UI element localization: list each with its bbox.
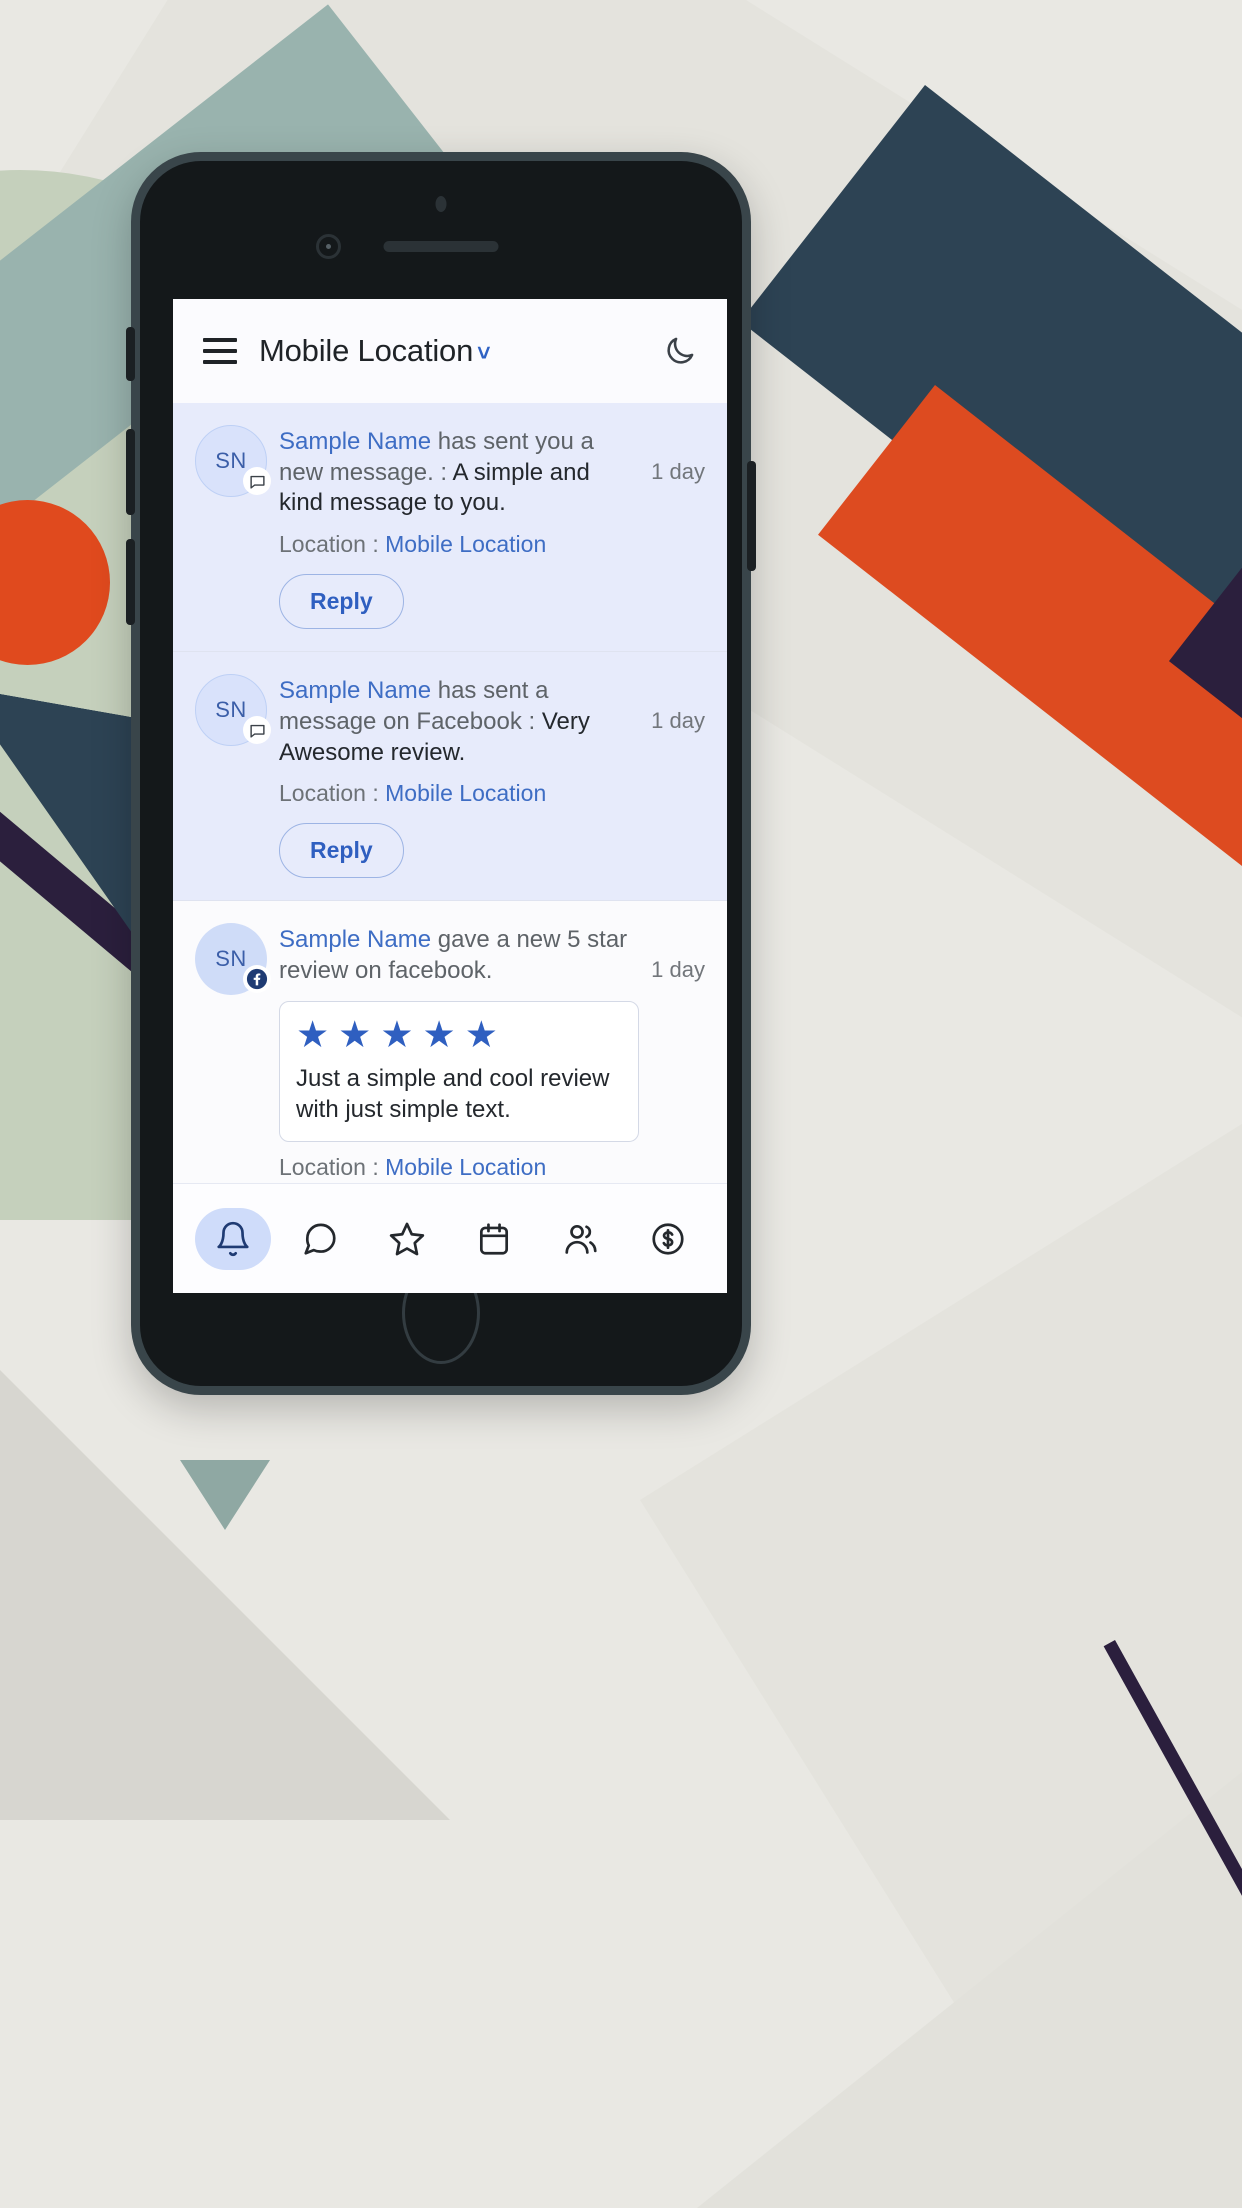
notification-text: Sample Name gave a new 5 star review on … — [279, 925, 639, 986]
notification-text: Sample Name has sent you a new message. … — [279, 427, 639, 519]
notification-content: Sample Name has sent a message on Facebo… — [279, 674, 639, 879]
nav-item-calendar[interactable] — [456, 1208, 532, 1270]
location-value[interactable]: Mobile Location — [385, 531, 546, 557]
calendar-icon — [479, 1222, 508, 1255]
notification-feed[interactable]: SN Sample Name has sent you a new messag… — [173, 403, 727, 1183]
dollar-circle-icon — [651, 1222, 684, 1255]
location-label: Location : — [279, 531, 386, 558]
reply-button[interactable]: Reply — [279, 574, 404, 630]
star-rating: ★ ★ ★ ★ ★ — [296, 1016, 622, 1053]
reply-button[interactable]: Reply — [279, 823, 404, 879]
notification-item[interactable]: SN Sample Name gave a new 5 star review … — [173, 901, 727, 1183]
location-line: Location : Mobile Location — [279, 531, 639, 558]
page-background: Mobile Location ˅ SN Sample Name has sen… — [0, 0, 1242, 2208]
location-label: Location : — [279, 1154, 386, 1181]
star-icon: ★ — [338, 1013, 372, 1055]
notification-item[interactable]: SN Sample Name has sent a message on Fac… — [173, 652, 727, 902]
star-icon — [389, 1222, 424, 1255]
sender-name[interactable]: Sample Name — [279, 926, 431, 953]
chevron-down-icon: ˅ — [477, 340, 491, 366]
sender-name[interactable]: Sample Name — [279, 428, 431, 455]
facebook-badge-icon — [243, 965, 271, 994]
proximity-sensor — [435, 196, 447, 212]
notification-content: Sample Name has sent you a new message. … — [279, 425, 639, 630]
volume-up-button — [126, 429, 135, 515]
nav-item-reviews[interactable] — [369, 1208, 445, 1270]
avatar: SN — [195, 674, 271, 747]
message-badge-icon — [243, 467, 271, 495]
people-icon — [564, 1224, 597, 1254]
notification-content: Sample Name gave a new 5 star review on … — [279, 923, 640, 1183]
notification-timestamp: 1 day — [651, 957, 705, 983]
avatar: SN — [195, 425, 271, 497]
location-label: Location : — [279, 780, 386, 807]
bell-icon — [216, 1221, 249, 1256]
location-line: Location : Mobile Location — [279, 780, 639, 807]
app-header: Mobile Location ˅ — [173, 299, 727, 403]
earpiece-speaker — [383, 241, 499, 252]
nav-item-contacts[interactable] — [543, 1208, 619, 1270]
nav-item-messages[interactable] — [282, 1208, 358, 1270]
volume-down-button — [126, 539, 135, 625]
phone-mockup: Mobile Location ˅ SN Sample Name has sen… — [126, 152, 756, 1395]
sender-name[interactable]: Sample Name — [279, 677, 431, 704]
notification-timestamp: 1 day — [651, 708, 705, 734]
power-button — [747, 461, 756, 571]
location-line: Location : Mobile Location — [279, 1154, 639, 1181]
review-text: Just a simple and cool review with just … — [296, 1064, 610, 1123]
notification-item[interactable]: SN Sample Name has sent you a new messag… — [173, 403, 727, 653]
review-card: ★ ★ ★ ★ ★ Just a simple and cool review … — [279, 1000, 640, 1143]
star-icon: ★ — [380, 1013, 414, 1055]
location-selector[interactable]: Mobile Location ˅ — [259, 333, 491, 369]
chat-bubble-icon — [303, 1223, 336, 1255]
notification-timestamp: 1 day — [651, 459, 705, 484]
nav-item-notifications[interactable] — [194, 1207, 271, 1270]
mute-switch — [126, 327, 135, 381]
moon-icon[interactable] — [663, 334, 697, 368]
star-icon: ★ — [464, 1013, 498, 1055]
front-camera — [316, 234, 341, 259]
avatar: SN — [195, 923, 271, 996]
phone-screen: Mobile Location ˅ SN Sample Name has sen… — [173, 299, 727, 1293]
star-icon: ★ — [296, 1013, 330, 1055]
location-value[interactable]: Mobile Location — [385, 780, 546, 806]
background-teal-triangle — [180, 1460, 270, 1530]
message-badge-icon — [243, 716, 271, 745]
notification-text: Sample Name has sent a message on Facebo… — [279, 676, 639, 768]
page-title: Mobile Location — [259, 333, 474, 368]
nav-item-payments[interactable] — [630, 1208, 706, 1270]
location-value[interactable]: Mobile Location — [385, 1154, 546, 1180]
hamburger-icon[interactable] — [203, 338, 237, 364]
bottom-navigation — [173, 1183, 727, 1293]
star-icon: ★ — [422, 1013, 456, 1055]
